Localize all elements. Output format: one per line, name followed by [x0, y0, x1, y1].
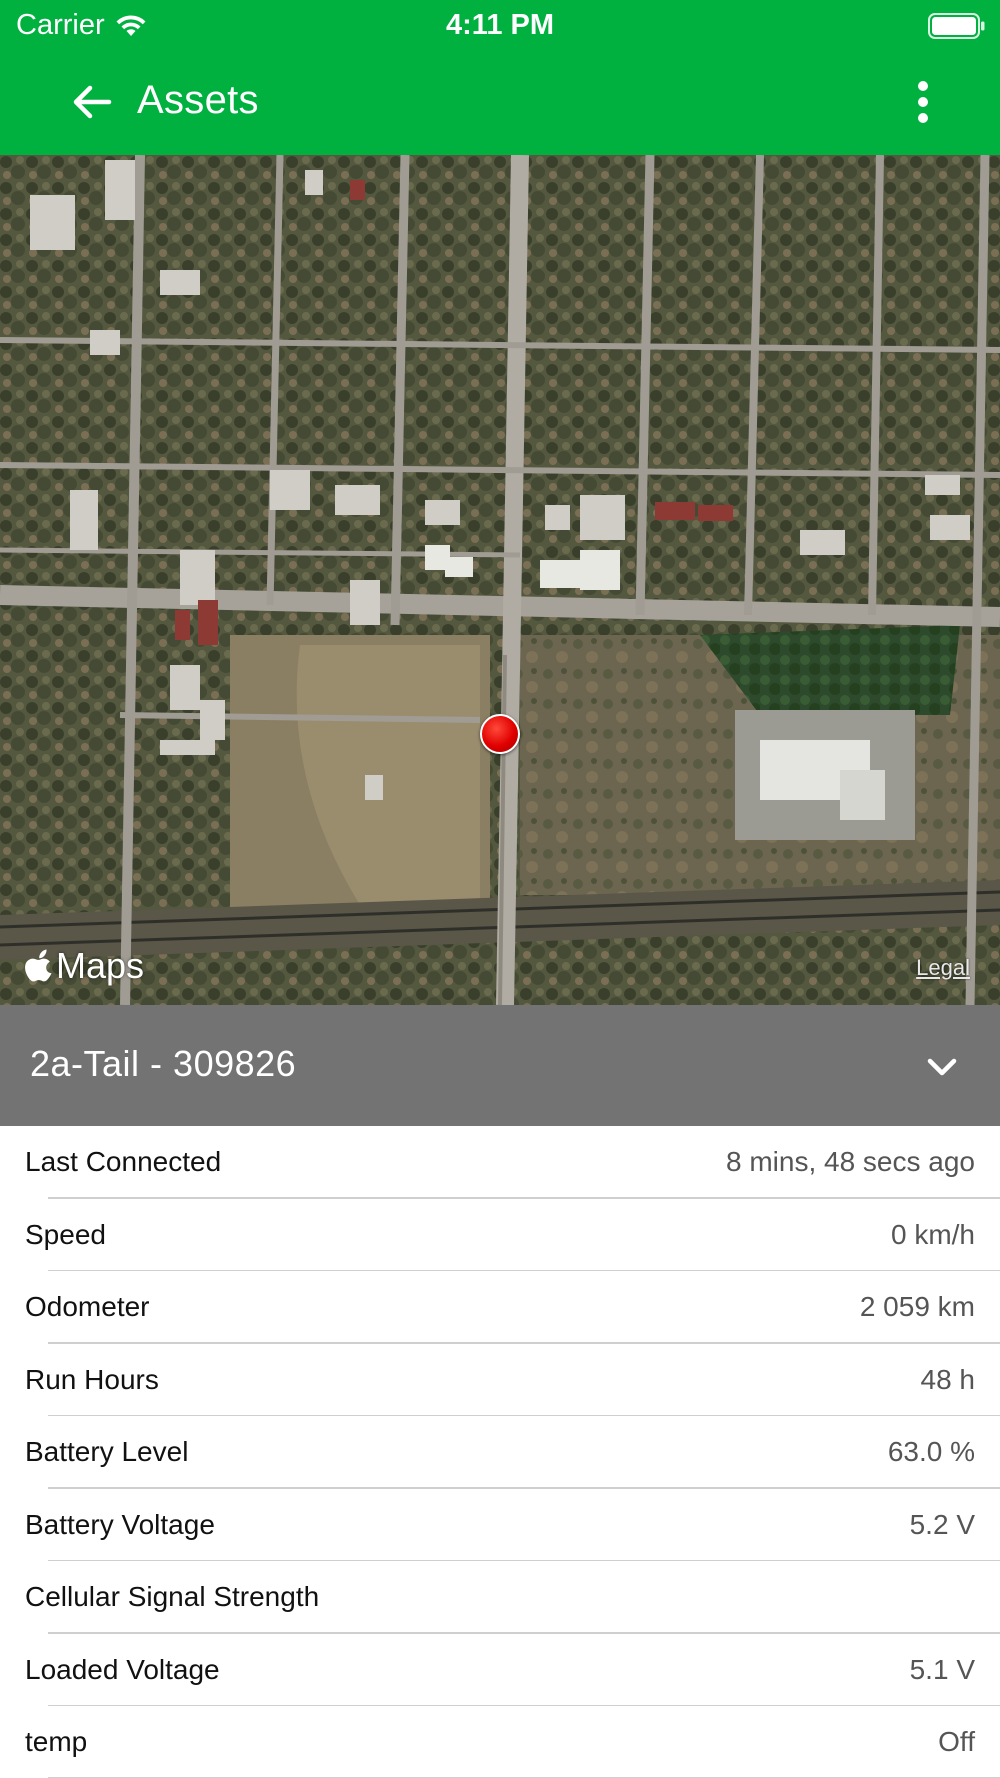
status-bar: Carrier 4:11 PM: [0, 0, 1000, 50]
app-header: Carrier 4:11 PM Assets: [0, 0, 1000, 155]
satellite-map[interactable]: Maps Legal: [0, 155, 1000, 1005]
apple-icon: [25, 949, 52, 982]
more-options-button[interactable]: [898, 76, 948, 128]
battery-icon: [928, 13, 985, 39]
asset-location-pin[interactable]: [480, 714, 520, 754]
detail-value: 8 mins, 48 secs ago: [725, 1146, 975, 1178]
status-time: 4:11 PM: [446, 9, 554, 41]
toolbar: Assets: [0, 62, 1000, 142]
detail-row-last-connected: Last Connected 8 mins, 48 secs ago: [0, 1126, 1000, 1199]
detail-label: Run Hours: [25, 1363, 159, 1395]
detail-row-run-hours: Run Hours 48 h: [0, 1344, 1000, 1416]
detail-label: Cellular Signal Strength: [25, 1581, 320, 1613]
detail-row-odometer: Odometer 2 059 km: [0, 1271, 1000, 1344]
detail-label: Battery Voltage: [25, 1508, 215, 1540]
detail-value: Off: [938, 1726, 975, 1758]
back-button[interactable]: [64, 76, 120, 128]
detail-row-temp: temp Off: [0, 1706, 1000, 1778]
detail-label: temp: [25, 1726, 88, 1758]
detail-label: Battery Level: [25, 1436, 189, 1468]
detail-value: 48 h: [920, 1363, 976, 1395]
apple-maps-logo: Maps: [24, 945, 144, 987]
detail-value: 5.2 V: [909, 1508, 975, 1540]
asset-selector[interactable]: 2a-Tail - 309826: [0, 1005, 1000, 1126]
satellite-imagery: [0, 155, 1000, 1005]
detail-row-cellular-signal: Cellular Signal Strength: [0, 1561, 1000, 1634]
detail-row-battery-level: Battery Level 63.0 %: [0, 1416, 1000, 1489]
detail-value: 5.1 V: [909, 1653, 975, 1685]
detail-label: Speed: [25, 1218, 106, 1250]
detail-label: Odometer: [25, 1291, 150, 1323]
detail-row-loaded-voltage: Loaded Voltage 5.1 V: [0, 1634, 1000, 1706]
page-title: Assets: [137, 78, 259, 122]
asset-name: 2a-Tail - 309826: [30, 1043, 297, 1084]
arrow-left-icon: [73, 85, 112, 119]
detail-value: 63.0 %: [887, 1436, 975, 1468]
detail-label: Loaded Voltage: [25, 1653, 220, 1685]
asset-details-list: Last Connected 8 mins, 48 secs ago Speed…: [0, 1126, 1000, 1778]
chevron-down-icon[interactable]: [922, 1049, 962, 1085]
detail-value: 0 km/h: [890, 1218, 975, 1250]
legal-link[interactable]: Legal: [916, 955, 970, 981]
detail-value: 2 059 km: [859, 1291, 975, 1323]
more-vertical-icon: [918, 81, 928, 123]
detail-row-battery-voltage: Battery Voltage 5.2 V: [0, 1489, 1000, 1561]
maps-logo-text: Maps: [56, 945, 145, 986]
detail-label: Last Connected: [25, 1146, 222, 1178]
detail-row-speed: Speed 0 km/h: [0, 1199, 1000, 1271]
